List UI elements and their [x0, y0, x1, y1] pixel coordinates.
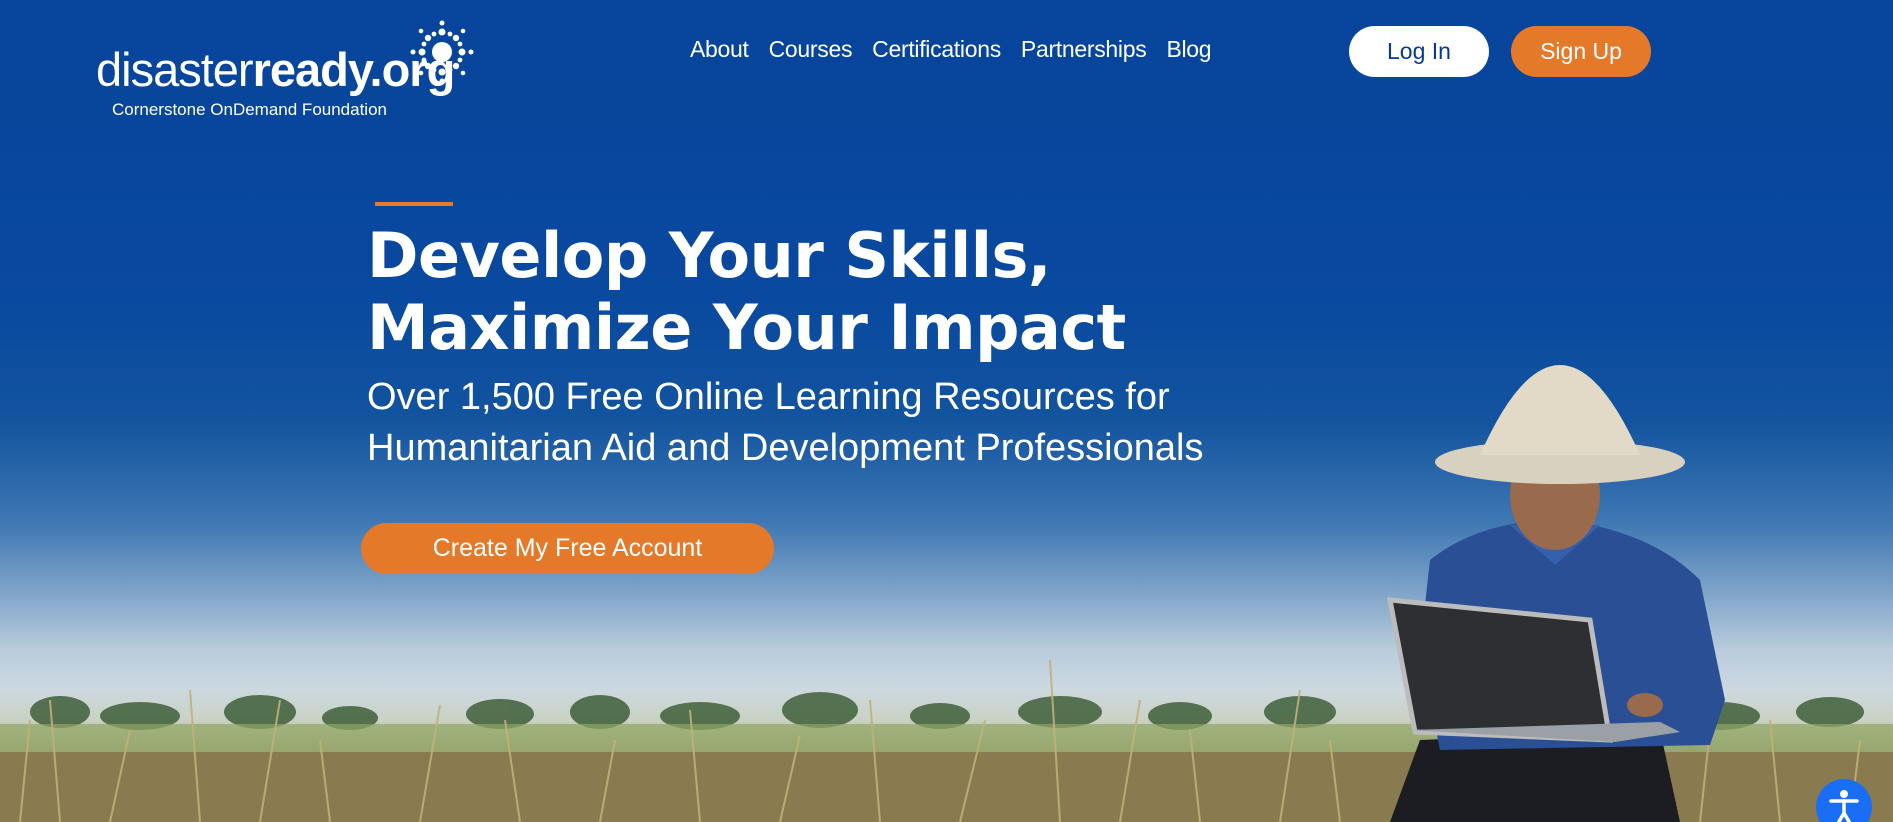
logo-word-light: disaster	[96, 43, 254, 96]
nav-item-blog[interactable]: Blog	[1156, 36, 1221, 63]
nav-item-about[interactable]: About	[690, 36, 759, 63]
title-accent-line	[375, 202, 453, 206]
sunburst-icon	[410, 20, 474, 84]
main-nav: About Courses Certifications Partnership…	[690, 36, 1221, 63]
signup-button[interactable]: Sign Up	[1511, 26, 1651, 77]
site-logo[interactable]: disasterready.org Cornerstone OnDemand F…	[96, 20, 476, 120]
hero-subtitle: Over 1,500 Free Online Learning Resource…	[367, 376, 1204, 469]
hero-section: disasterready.org Cornerstone OnDemand F…	[0, 0, 1893, 822]
nav-item-courses[interactable]: Courses	[759, 36, 863, 63]
nav-item-certifications[interactable]: Certifications	[862, 36, 1011, 63]
logo-tagline: Cornerstone OnDemand Foundation	[112, 100, 387, 119]
logo-wordmark: disasterready.org	[96, 43, 455, 96]
create-account-button[interactable]: Create My Free Account	[361, 523, 774, 574]
nav-item-partnerships[interactable]: Partnerships	[1011, 36, 1157, 63]
hero-title: Develop Your Skills, Maximize Your Impac…	[367, 219, 1126, 364]
login-button[interactable]: Log In	[1349, 26, 1489, 77]
